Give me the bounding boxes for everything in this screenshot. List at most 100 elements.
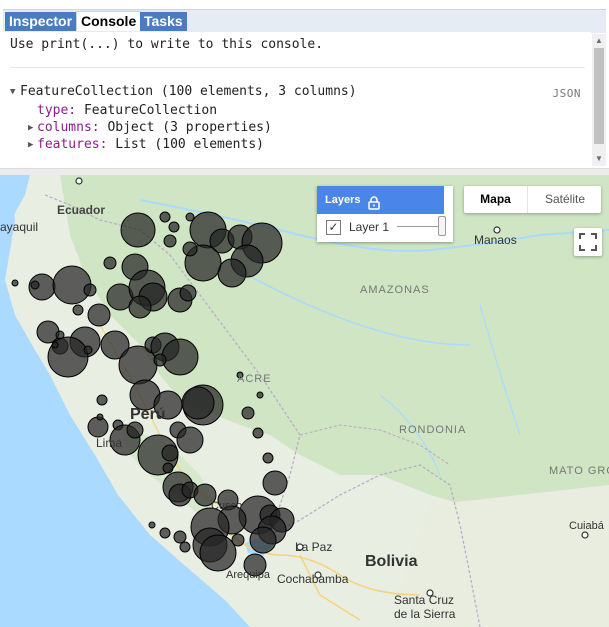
feature-marker (96, 413, 104, 421)
feature-marker (153, 353, 167, 367)
feature-marker (87, 303, 111, 327)
feature-marker (55, 330, 65, 340)
expand-caret-icon[interactable]: ▶ (28, 140, 33, 150)
feature-marker (52, 265, 92, 305)
feature-marker (241, 406, 255, 420)
feature-marker (163, 234, 177, 248)
feature-marker (51, 341, 59, 349)
feature-marker (262, 452, 274, 464)
map-type-roadmap-button[interactable]: Mapa (464, 186, 527, 213)
label-lima: Lima (96, 436, 123, 450)
label-rondonia: RONDONIA (399, 424, 467, 436)
feature-marker (256, 391, 264, 399)
map-type-satellite-button[interactable]: Satélite (527, 186, 602, 213)
prop-value: Object (3 properties) (99, 120, 272, 135)
label-peru: Perú (130, 406, 166, 423)
feature-marker (181, 386, 215, 420)
layers-title: Layers (325, 194, 361, 206)
scroll-down-icon[interactable]: ▼ (595, 154, 603, 163)
prop-columns[interactable]: columns: Object (3 properties) (37, 120, 272, 135)
feature-marker (11, 279, 19, 287)
map-canvas[interactable]: Ecuador ayaquil Manaos AMAZONAS ACRE RON… (0, 175, 609, 627)
prop-features[interactable]: features: List (100 elements) (37, 137, 264, 152)
console-hint-text: Use print(...) to write to this console. (10, 37, 324, 52)
feature-marker (199, 534, 237, 572)
label-manaos: Manaos (474, 233, 517, 247)
feature-marker (161, 338, 199, 376)
feature-marker (126, 421, 144, 439)
feature-marker (179, 541, 191, 553)
feature-collection-title[interactable]: FeatureCollection (100 elements, 3 colum… (20, 84, 357, 99)
label-amazonas: AMAZONAS (360, 284, 430, 296)
feature-marker (159, 211, 171, 223)
slider-handle[interactable] (438, 216, 446, 236)
label-ecuador: Ecuador (57, 203, 106, 217)
map-type-control: Mapa Satélite (464, 186, 601, 213)
feature-marker (83, 283, 97, 297)
feature-marker (148, 521, 156, 529)
feature-marker (262, 470, 288, 496)
prop-value: FeatureCollection (76, 103, 218, 118)
console-separator (10, 67, 585, 68)
label-cuiaba: Cuiabá (569, 520, 604, 532)
label-santa-cruz: Santa Cruz (394, 593, 455, 607)
label-guayaquil: ayaquil (0, 220, 39, 234)
lock-icon[interactable] (368, 193, 380, 221)
scrollbar-thumb[interactable] (594, 48, 604, 144)
feature-marker (159, 527, 171, 539)
label-arequipa: Arequipa (226, 569, 271, 581)
prop-key: columns: (37, 120, 100, 135)
expand-caret-icon[interactable]: ▶ (28, 123, 33, 133)
json-link[interactable]: JSON (553, 87, 582, 100)
tab-console[interactable]: Console (76, 11, 142, 31)
console-scrollbar[interactable]: ▲ ▼ (592, 34, 606, 166)
layers-header[interactable]: Layers (317, 186, 444, 214)
label-mato-grosso: MATO GRO (549, 465, 609, 477)
feature-marker (72, 304, 84, 316)
feature-marker (231, 533, 245, 547)
feature-marker (103, 256, 117, 270)
feature-marker (96, 394, 108, 406)
collapse-caret-icon[interactable]: ▼ (10, 87, 15, 97)
fullscreen-button[interactable] (574, 228, 602, 256)
tab-tasks[interactable]: Tasks (140, 12, 187, 31)
scroll-up-icon[interactable]: ▲ (595, 36, 603, 45)
feature-marker (30, 280, 40, 290)
feature-marker (83, 345, 93, 355)
label-bolivia: Bolivia (365, 553, 418, 570)
label-cusco: Cusco (211, 500, 243, 512)
panel-tabbar: Inspector Console Tasks (0, 0, 609, 33)
feature-marker (173, 530, 187, 544)
map-svg (0, 175, 609, 627)
feature-marker (252, 427, 264, 439)
feature-marker (176, 426, 204, 454)
feature-marker (161, 444, 179, 462)
feature-marker (168, 221, 180, 233)
layer-visibility-checkbox[interactable]: ✓ (326, 220, 341, 235)
prop-key: features: (37, 137, 108, 152)
prop-type: type: FeatureCollection (37, 103, 217, 118)
fullscreen-icon (579, 233, 597, 251)
feature-marker (128, 295, 152, 319)
layer-opacity-slider[interactable] (397, 216, 446, 236)
city-dot (75, 177, 83, 185)
label-cochabamba: Cochabamba (277, 572, 349, 586)
feature-marker (217, 258, 247, 288)
prop-value: List (100 elements) (107, 137, 264, 152)
feature-marker (182, 241, 198, 257)
feature-marker (162, 462, 174, 474)
feature-marker (120, 212, 156, 248)
slider-track (397, 226, 441, 227)
label-la-paz: La Paz (295, 540, 333, 554)
tab-inspector[interactable]: Inspector (5, 12, 77, 31)
layer-name: Layer 1 (349, 220, 390, 234)
prop-key: type: (37, 103, 77, 118)
label-acre: ACRE (237, 373, 272, 385)
city-dot (581, 531, 589, 539)
feature-marker (249, 526, 277, 554)
label-santa-cruz-sierra: de la Sierra (394, 607, 456, 621)
feature-marker (179, 284, 197, 302)
layers-panel: Layers ✓ Layer 1 (317, 186, 453, 242)
console-panel: Use print(...) to write to this console.… (3, 32, 591, 166)
checkmark-icon: ✓ (328, 220, 339, 234)
